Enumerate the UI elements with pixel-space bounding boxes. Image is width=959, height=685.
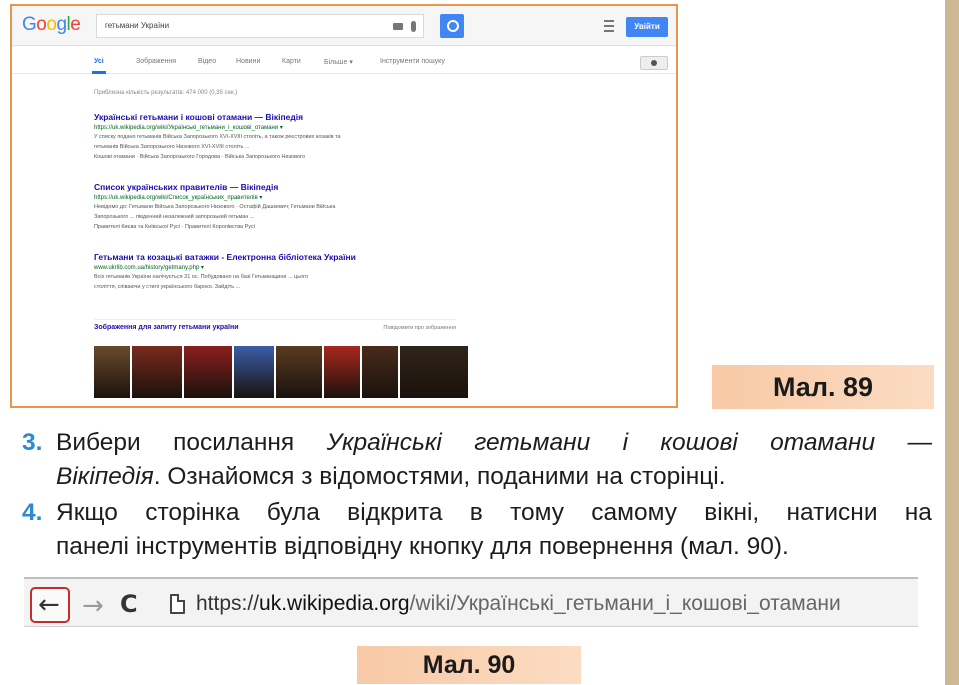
search-input[interactable]: гетьмани України bbox=[96, 14, 424, 38]
image-thumbnail[interactable] bbox=[234, 346, 274, 398]
image-thumbnail[interactable] bbox=[184, 346, 232, 398]
logo-letter: o bbox=[46, 14, 57, 35]
google-top-bar: Google гетьмани України Увійти bbox=[12, 6, 676, 46]
image-thumbnail[interactable] bbox=[94, 346, 130, 398]
item-number: 4. bbox=[22, 499, 43, 526]
back-button[interactable]: ← bbox=[30, 587, 70, 623]
result-snippet-line: гетьманів Війська Запорозького Низового … bbox=[94, 144, 250, 150]
item-3-line-1: Вибери посилання Українські гетьмани і кошові… bbox=[56, 426, 932, 460]
italic-word: гетьмани bbox=[474, 429, 591, 456]
forward-arrow-icon[interactable]: → bbox=[82, 593, 104, 619]
tab-news[interactable]: Новини bbox=[236, 58, 260, 65]
item-word: Якщо bbox=[56, 499, 118, 526]
image-thumbnails bbox=[94, 346, 468, 398]
tab-more[interactable]: Більше ▾ bbox=[324, 58, 353, 66]
logo-letter: g bbox=[56, 14, 67, 35]
italic-word: кошові bbox=[660, 429, 738, 456]
item-4-line-2: панелі інструментів відповідну кнопку дл… bbox=[56, 533, 789, 560]
result-url: https://uk.wikipedia.org/wiki/Українські… bbox=[94, 125, 283, 131]
search-query: гетьмани України bbox=[105, 21, 170, 30]
tab-tools[interactable]: Інструменти пошуку bbox=[380, 58, 445, 65]
apps-menu-icon[interactable] bbox=[604, 20, 614, 32]
image-results-header: Зображення для запиту гетьмани україни П… bbox=[94, 319, 456, 333]
logo-letter: o bbox=[36, 14, 47, 35]
item-word: на bbox=[904, 499, 932, 526]
result-snippet-line[interactable]: Правителі Києва та Київської Русі · Прав… bbox=[94, 223, 454, 231]
result-snippet-line: У списку подано гетьманів Війська Запоро… bbox=[94, 134, 341, 140]
item-number: 3. bbox=[22, 429, 43, 456]
tab-all[interactable]: Усі bbox=[94, 58, 104, 65]
task-item-3: 3. Вибери посилання Українські гетьмани і кош… bbox=[22, 426, 942, 496]
logo-letter: e bbox=[70, 14, 81, 35]
search-button[interactable] bbox=[440, 14, 464, 38]
result-snippet-line: Запорозького ... південний незалежний за… bbox=[94, 214, 255, 220]
search-tabs: Усі Зображення Відео Новини Карти Більше… bbox=[12, 50, 676, 74]
result-snippet-line: Невідомо до: Гетьмани Війська Запорозько… bbox=[94, 204, 336, 210]
tab-images[interactable]: Зображення bbox=[136, 58, 176, 65]
italic-text: Вікіпедія bbox=[56, 463, 154, 490]
page-icon bbox=[170, 594, 185, 614]
google-logo: Google bbox=[22, 14, 81, 36]
microphone-icon[interactable] bbox=[411, 21, 416, 32]
item-word: вікні, bbox=[704, 499, 760, 526]
result-url: https://uk.wikipedia.org/wiki/Список_укр… bbox=[94, 195, 263, 201]
image-thumbnail[interactable] bbox=[324, 346, 360, 398]
url-path: /wiki/Українські_гетьмани_і_кошові_отама… bbox=[409, 592, 841, 615]
keyboard-icon[interactable] bbox=[393, 23, 403, 30]
item-word: була bbox=[266, 499, 320, 526]
result-snippet-line: Всіх гетьманів України налічується 31 ос… bbox=[94, 274, 309, 280]
image-thumbnail[interactable] bbox=[400, 346, 468, 398]
google-search-screenshot: Google гетьмани України Увійти Усі Зобра… bbox=[10, 4, 678, 408]
image-results-title[interactable]: Зображення для запиту гетьмани україни bbox=[94, 324, 239, 331]
image-thumbnail[interactable] bbox=[132, 346, 182, 398]
address-bar[interactable]: https://uk.wikipedia.org/wiki/Українські… bbox=[196, 592, 841, 616]
search-result: Українські гетьмани і кошові отамани — В… bbox=[94, 112, 454, 161]
reload-icon[interactable]: C bbox=[120, 592, 138, 616]
item-word: посилання bbox=[173, 429, 295, 456]
item-word: тому bbox=[510, 499, 565, 526]
item-text: . Ознайомся з відомостями, поданими на с… bbox=[153, 463, 726, 490]
italic-word: отамани bbox=[770, 429, 876, 456]
url-host: uk.wikipedia.org bbox=[259, 592, 410, 615]
result-stats: Приблизна кількість результатів: 474 000… bbox=[94, 90, 238, 96]
result-snippet-line: століття, співаючи у стилі українського … bbox=[94, 284, 241, 290]
item-3-line-2: Вікіпедія. Ознайомся з відомостями, пода… bbox=[56, 460, 726, 494]
item-word: сторінка bbox=[145, 499, 240, 526]
result-snippet-line[interactable]: Кошові отамани · Війська Запорозького Го… bbox=[94, 153, 454, 161]
result-title-link[interactable]: Список українських правителів — Вікіпеді… bbox=[94, 182, 454, 192]
italic-word: і bbox=[622, 429, 629, 456]
browser-toolbar: ← → C https://uk.wikipedia.org/wiki/Укра… bbox=[24, 577, 918, 627]
back-arrow-icon: ← bbox=[38, 590, 60, 620]
url-scheme: https:// bbox=[196, 592, 260, 615]
search-result: Список українських правителів — Вікіпеді… bbox=[94, 182, 454, 231]
task-item-4: 4. Якщо сторінка була відкрита в тому самому ві… bbox=[22, 496, 942, 566]
figure-caption-89: Мал. 89 bbox=[712, 365, 934, 409]
figure-caption-90: Мал. 90 bbox=[357, 646, 581, 684]
tab-maps[interactable]: Карти bbox=[282, 58, 301, 65]
item-word: натисни bbox=[786, 499, 878, 526]
result-title-link[interactable]: Гетьмани та козацькі ватажки - Електронн… bbox=[94, 252, 454, 262]
page-edge-strip bbox=[945, 0, 959, 685]
image-thumbnail[interactable] bbox=[362, 346, 398, 398]
logo-letter: G bbox=[22, 14, 37, 35]
item-4-line-1: Якщо сторінка була відкрита в тому самому вікні… bbox=[56, 496, 932, 530]
signin-button[interactable]: Увійти bbox=[626, 17, 668, 37]
search-result: Гетьмани та козацькі ватажки - Електронн… bbox=[94, 252, 454, 291]
image-thumbnail[interactable] bbox=[276, 346, 322, 398]
settings-icon[interactable] bbox=[640, 56, 668, 70]
italic-word: — bbox=[907, 429, 932, 456]
item-word: Вибери bbox=[56, 429, 141, 456]
image-report-link[interactable]: Повідомити про зображення bbox=[383, 325, 456, 331]
result-title-link[interactable]: Українські гетьмани і кошові отамани — В… bbox=[94, 112, 454, 122]
item-word: в bbox=[469, 499, 483, 526]
tab-video[interactable]: Відео bbox=[198, 58, 216, 65]
item-word: відкрита bbox=[347, 499, 443, 526]
active-tab-underline bbox=[92, 71, 106, 74]
result-url: www.ukrlib.com.ua/history/getmany.php ▾ bbox=[94, 265, 204, 271]
italic-word: Українські bbox=[326, 429, 442, 456]
item-word: самому bbox=[591, 499, 678, 526]
